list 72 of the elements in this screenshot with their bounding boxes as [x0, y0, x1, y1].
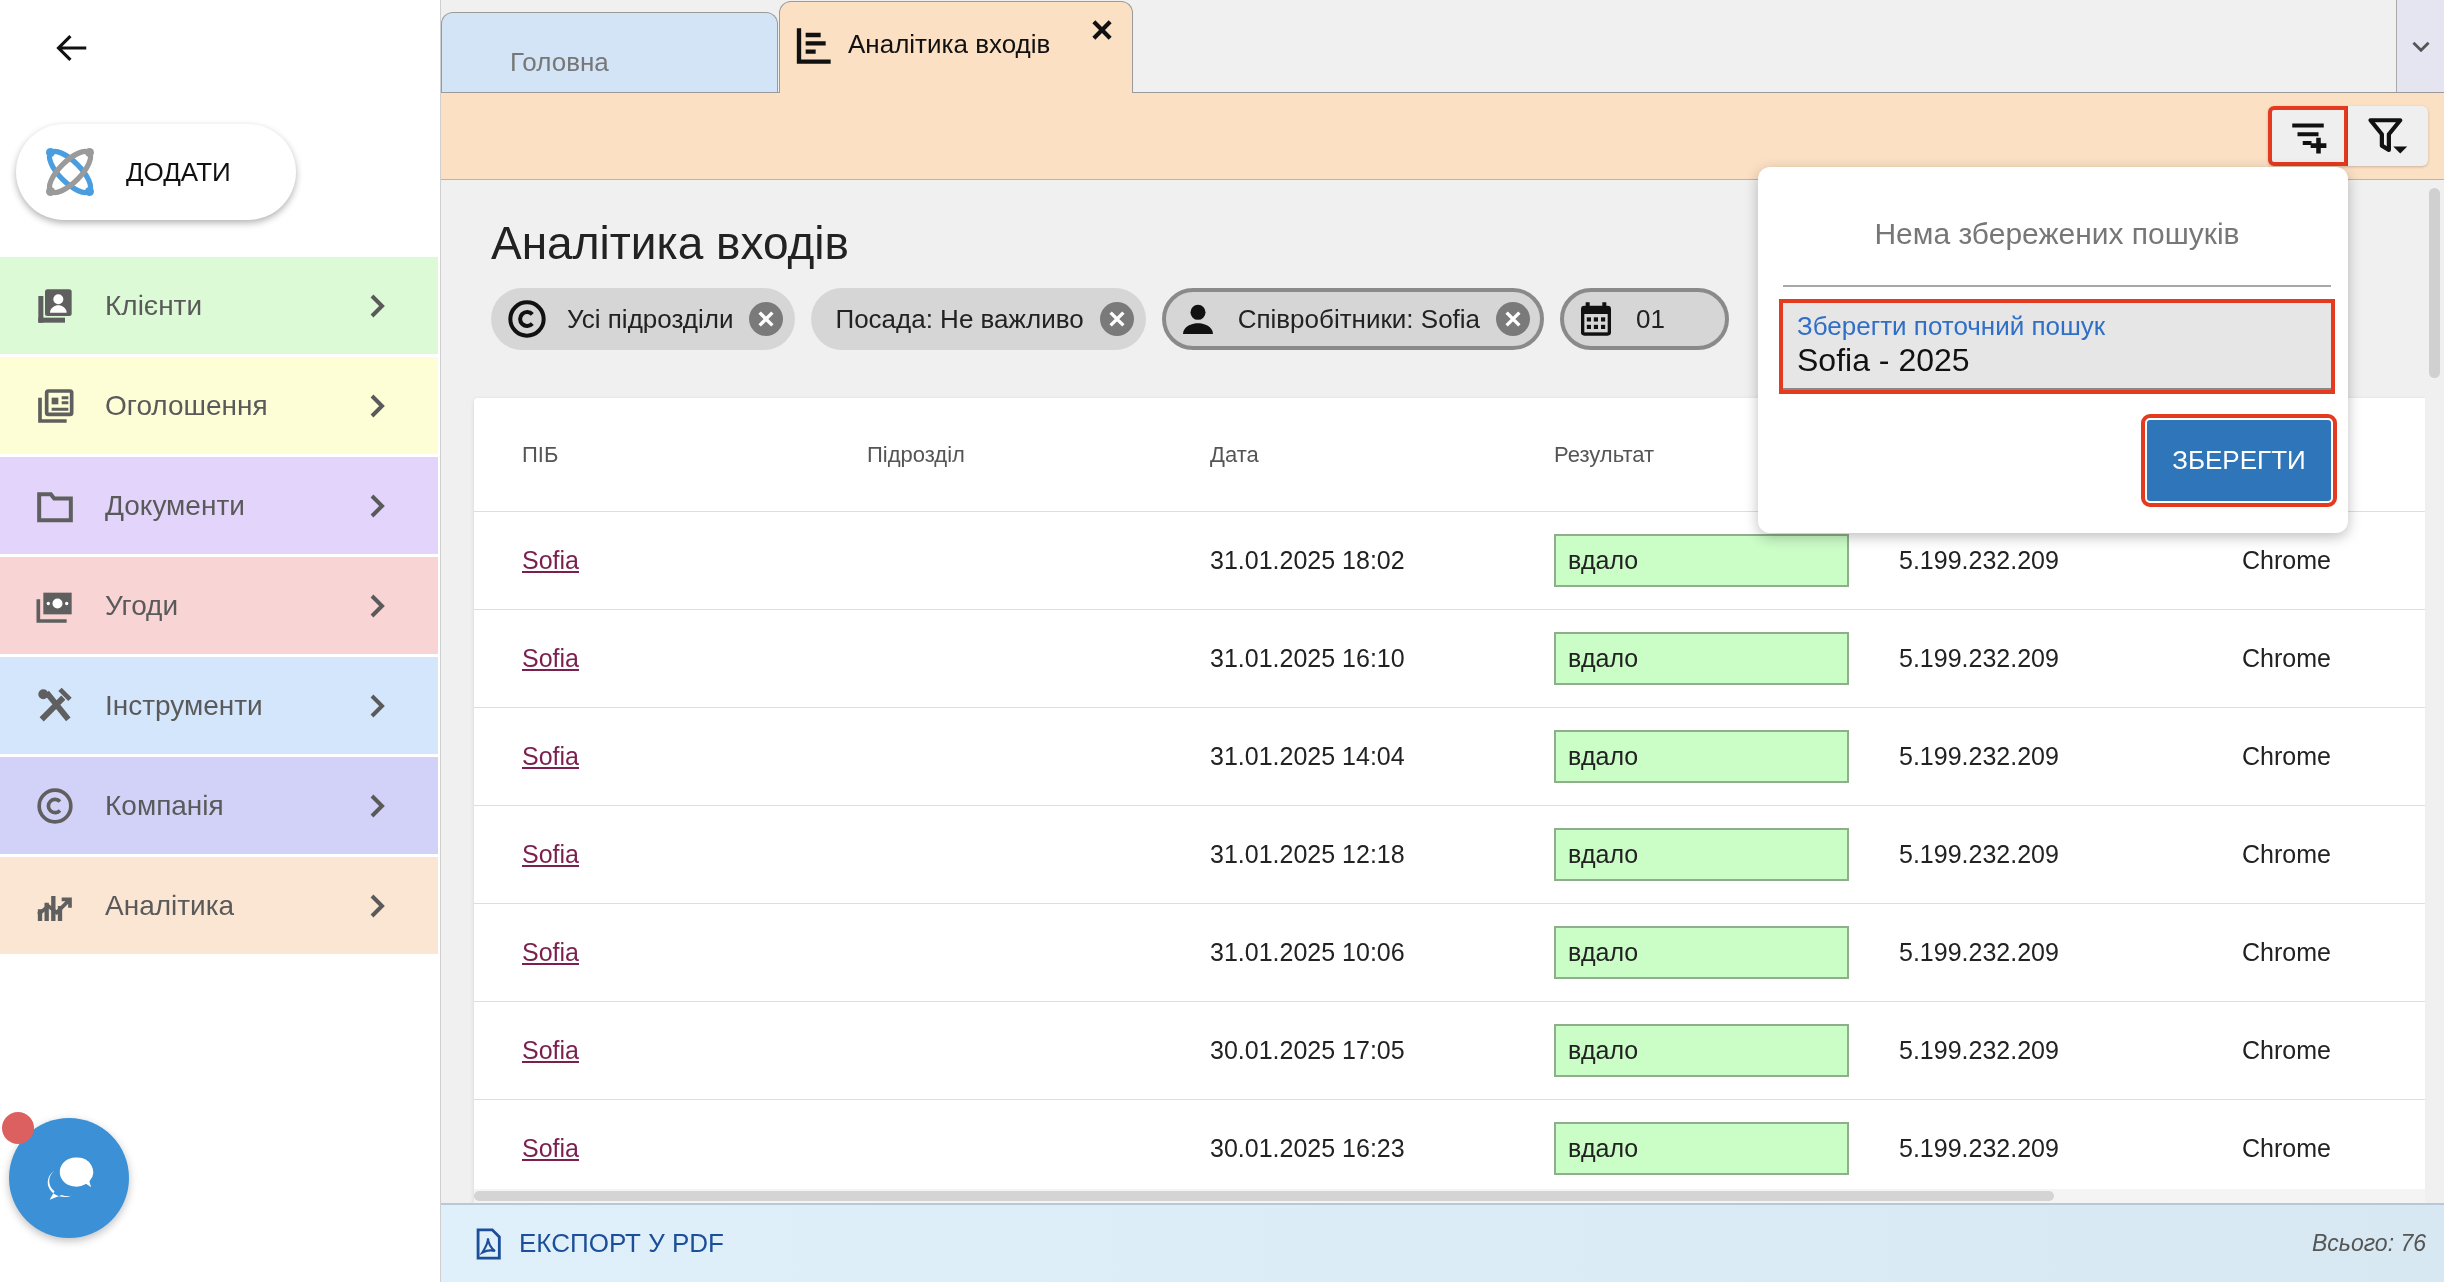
text-input[interactable]: Sofia - 2025 — [1797, 342, 2317, 379]
filter-chip[interactable]: Усі підрозділи — [491, 288, 796, 350]
tab[interactable]: Аналітика входів — [779, 1, 1133, 93]
remove-filter-button[interactable] — [749, 302, 784, 336]
sidebar-item[interactable]: Угоди — [0, 557, 438, 654]
remove-filter-button[interactable] — [1099, 302, 1134, 336]
result-badge: вдало — [1554, 828, 1849, 881]
company-icon — [35, 785, 75, 826]
table-cell-text: 30.01.2025 17:05 — [1210, 1036, 1406, 1065]
table-cell-text: 5.199.232.209 — [1899, 1134, 2060, 1163]
table-cell-text: 5.199.232.209 — [1899, 644, 2060, 673]
sidebar-item[interactable]: Клієнти — [0, 257, 438, 354]
name-link[interactable]: Sofia — [522, 840, 579, 869]
column-header: Дата — [1210, 441, 1260, 468]
table-cell-text: 5.199.232.209 — [1899, 840, 2060, 869]
name-link[interactable]: Sofia — [522, 1134, 579, 1163]
table-cell-text: Chrome — [2242, 1134, 2332, 1163]
toolbar-button[interactable] — [2348, 106, 2428, 166]
table-cell-text: Chrome — [2242, 546, 2332, 575]
total-count: Всього: 76 — [2312, 1230, 2426, 1257]
name-link[interactable]: Sofia — [522, 938, 579, 967]
sidebar-item[interactable]: Оголошення — [0, 357, 438, 454]
name-link[interactable]: Sofia — [522, 546, 579, 575]
sidebar-item[interactable]: Компанія — [0, 757, 438, 854]
add-button[interactable]: ДОДАТИ — [16, 124, 296, 220]
empty-message: Нема збережених пошуків — [1783, 217, 2331, 287]
table-cell-text: 5.199.232.209 — [1899, 1036, 2060, 1065]
filter-chip[interactable]: Співробітники: Sofia — [1161, 288, 1545, 350]
export-pdf-button[interactable]: ЕКСПОРТ У PDF — [471, 1226, 724, 1261]
close-circle-icon — [1099, 302, 1134, 336]
scrollbar-thumb[interactable] — [2429, 188, 2440, 378]
result-badge: вдало — [1554, 730, 1849, 783]
page-title: Аналітика входів — [491, 216, 849, 270]
table-cell-text: Chrome — [2242, 1036, 2332, 1065]
table-cell-text: Chrome — [2242, 644, 2332, 673]
table-cell-text: 31.01.2025 12:18 — [1210, 840, 1406, 869]
table-cell-text: 31.01.2025 10:06 — [1210, 938, 1406, 967]
scrollbar-thumb[interactable] — [474, 1191, 2054, 1201]
tab-label: Аналітика входів — [848, 29, 1051, 60]
sidebar-item[interactable]: Документи — [0, 457, 438, 554]
column-header: ПІБ — [522, 441, 560, 468]
sidebar-item[interactable]: Аналітика — [0, 857, 438, 954]
remove-filter-button[interactable] — [1496, 302, 1531, 336]
column-header: Результат — [1554, 441, 1656, 468]
result-badge: вдало — [1554, 632, 1849, 685]
name-link[interactable]: Sofia — [522, 644, 579, 673]
name-link[interactable]: Sofia — [522, 742, 579, 771]
name-link[interactable]: Sofia — [522, 1036, 579, 1065]
sidebar-item[interactable]: Інструменти — [0, 657, 438, 754]
company-icon — [507, 299, 547, 339]
table-cell-text: Chrome — [2242, 938, 2332, 967]
result-badge: вдало — [1554, 1024, 1849, 1077]
result-badge: вдало — [1554, 926, 1849, 979]
table-cell-text: 5.199.232.209 — [1899, 742, 2060, 771]
table-cell-text: 31.01.2025 16:10 — [1210, 644, 1406, 673]
filter-chip[interactable]: 01 — [1560, 288, 1729, 350]
table-cell-text: 31.01.2025 14:04 — [1210, 742, 1406, 771]
close-circle-icon — [1496, 302, 1531, 336]
close-circle-icon — [749, 302, 784, 336]
filter-chip[interactable]: Посада: Не важливо — [811, 288, 1146, 350]
table-cell-text: 5.199.232.209 — [1899, 546, 2060, 575]
column-header: Підрозділ — [867, 441, 966, 468]
toolbar-button[interactable] — [2268, 106, 2348, 166]
result-badge: вдало — [1554, 1122, 1849, 1175]
table-cell-text: 5.199.232.209 — [1899, 938, 2060, 967]
table-cell-text: Chrome — [2242, 840, 2332, 869]
table-cell-text: 30.01.2025 16:23 — [1210, 1134, 1406, 1163]
result-badge: вдало — [1554, 534, 1849, 587]
chat-button[interactable] — [9, 1118, 129, 1238]
tab-label: Головна — [510, 47, 609, 78]
table-cell-text: 31.01.2025 18:02 — [1210, 546, 1406, 575]
table-cell-text: Chrome — [2242, 742, 2332, 771]
